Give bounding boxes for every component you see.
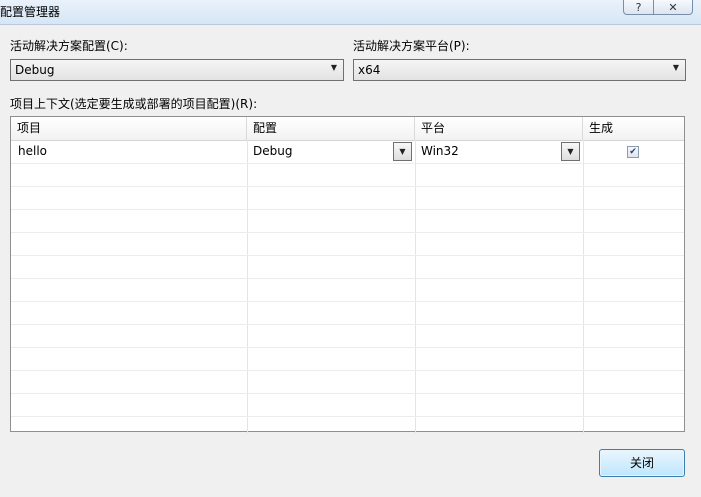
grid-row-divider (11, 347, 684, 348)
grid-column-divider (247, 140, 248, 433)
close-window-button[interactable]: ✕ (653, 0, 693, 15)
grid-row-divider (11, 324, 684, 325)
active-platform-value: x64 (358, 63, 381, 77)
platform-cell-value[interactable]: Win32 (421, 144, 459, 158)
grid-header: 项目 配置 平台 生成 (11, 117, 684, 141)
active-platform-label: 活动解决方案平台(P): (353, 39, 470, 53)
grid-row-divider (11, 301, 684, 302)
active-config-value: Debug (15, 63, 55, 77)
chevron-down-icon: ▼ (672, 63, 679, 72)
project-name-cell: hello (18, 144, 47, 158)
grid-row-divider (11, 163, 684, 164)
grid-row-divider (11, 209, 684, 210)
close-icon: ✕ (668, 0, 678, 14)
build-checkbox[interactable]: ✔ (627, 146, 639, 158)
chevron-down-icon: ▼ (330, 63, 337, 72)
active-platform-select[interactable]: x64 ▼ (353, 59, 686, 81)
close-button[interactable]: 关闭 (599, 449, 685, 477)
help-button[interactable]: ? (623, 0, 654, 15)
project-context-label: 项目上下文(选定要生成或部署的项目配置)(R): (10, 97, 258, 111)
active-config-label: 活动解决方案配置(C): (10, 39, 128, 53)
grid-row-divider (11, 416, 684, 417)
grid-row-divider (11, 232, 684, 233)
config-cell-value[interactable]: Debug (253, 144, 292, 158)
grid-row-divider (11, 393, 684, 394)
title-bar: 配置管理器 ? ✕ (0, 0, 701, 24)
checkmark-icon: ✔ (629, 147, 637, 157)
grid-row-divider (11, 255, 684, 256)
grid-row-divider (11, 278, 684, 279)
column-header-project[interactable]: 项目 (11, 117, 247, 140)
chevron-down-icon: ▼ (399, 147, 406, 156)
grid-row-divider (11, 370, 684, 371)
grid-column-divider (583, 140, 584, 433)
help-icon: ? (635, 0, 642, 14)
active-config-select[interactable]: Debug ▼ (10, 59, 344, 81)
window-title: 配置管理器 (0, 5, 61, 19)
config-dropdown-button[interactable]: ▼ (393, 142, 412, 161)
grid-column-divider (415, 140, 416, 433)
column-header-platform[interactable]: 平台 (415, 117, 583, 140)
project-context-grid: 项目 配置 平台 生成 hello Debug ▼ Win32 ▼ ✔ (10, 116, 685, 433)
platform-dropdown-button[interactable]: ▼ (561, 142, 580, 161)
chevron-down-icon: ▼ (567, 147, 574, 156)
grid-row-divider (11, 186, 684, 187)
column-header-build[interactable]: 生成 (583, 117, 684, 140)
dialog-body: 活动解决方案配置(C): Debug ▼ 活动解决方案平台(P): x64 ▼ … (0, 24, 701, 497)
column-header-config[interactable]: 配置 (247, 117, 415, 140)
